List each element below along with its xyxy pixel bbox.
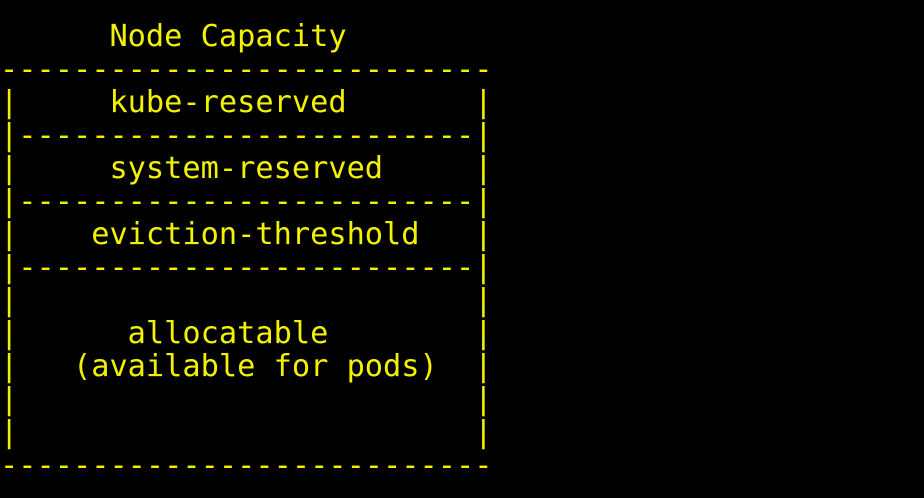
row-divider: |-------------------------|	[0, 118, 493, 153]
row-allocatable-blank: | |	[0, 283, 493, 318]
row-allocatable-blank: | |	[0, 415, 493, 450]
diagram-top-border: ---------------------------	[0, 52, 493, 87]
row-eviction-threshold: | eviction-threshold |	[0, 217, 493, 252]
row-kube-reserved: | kube-reserved |	[0, 85, 493, 120]
row-allocatable-subtitle: | (available for pods) |	[0, 349, 493, 384]
diagram-title: Node Capacity	[0, 19, 347, 54]
row-system-reserved: | system-reserved |	[0, 151, 493, 186]
diagram-bottom-border: ---------------------------	[0, 448, 493, 483]
terminal-screen: Node Capacity --------------------------…	[0, 0, 924, 498]
row-divider: |-------------------------|	[0, 184, 493, 219]
row-divider: |-------------------------|	[0, 250, 493, 285]
row-allocatable: | allocatable |	[0, 316, 493, 351]
row-allocatable-blank: | |	[0, 382, 493, 417]
